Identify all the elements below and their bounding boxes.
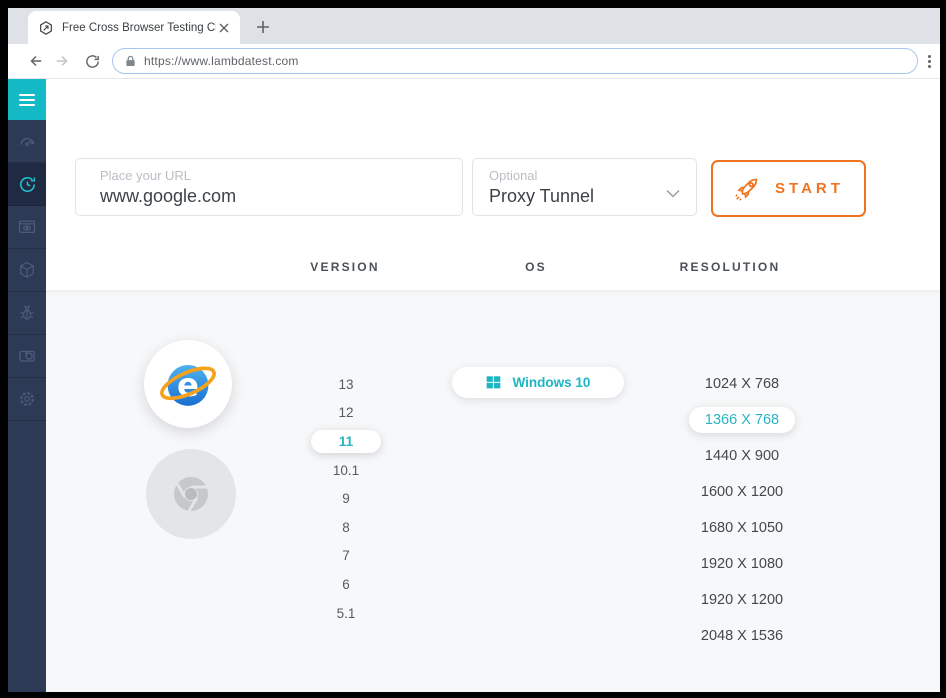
internet-explorer-icon: e [160, 364, 216, 406]
gear-icon [20, 392, 34, 406]
url-input[interactable]: Place your URL www.google.com [75, 158, 463, 216]
resolution-option[interactable]: 1024 X 768 [662, 366, 822, 402]
browser-option-chrome[interactable] [146, 449, 236, 539]
version-option-label: 5.1 [336, 605, 356, 621]
chrome-icon [174, 477, 208, 512]
proxy-optional-label: Optional [489, 168, 538, 183]
tab-title: Free Cross Browser Testing Clou [62, 21, 216, 34]
browser-menu-icon[interactable] [920, 51, 938, 71]
resolution-option[interactable]: 1440 X 900 [662, 438, 822, 474]
os-option-label: Windows 10 [512, 375, 591, 390]
version-option[interactable]: 5.1 [286, 599, 406, 628]
version-option[interactable]: 8 [286, 513, 406, 542]
version-option[interactable]: 13 [286, 370, 406, 399]
version-option-label: 7 [342, 548, 350, 564]
resolution-option[interactable]: 1600 X 1200 [662, 474, 822, 510]
version-option-label: 13 [338, 376, 354, 392]
lt-browser-icon [19, 350, 35, 362]
resolution-option-label: 1680 X 1050 [700, 520, 784, 536]
windows-logo-icon [486, 376, 500, 389]
resolution-option-label: 1440 X 900 [704, 448, 780, 464]
resolution-list: 1024 X 768 1366 X 768 1440 X 900 1600 X 120… [662, 366, 822, 654]
url-input-value: www.google.com [100, 186, 237, 206]
realtime-clock-icon [19, 176, 35, 192]
version-option-label: 10.1 [332, 462, 360, 478]
url-text: https://www.lambdatest.com [144, 54, 299, 68]
resolution-option[interactable]: 1920 X 1080 [662, 546, 822, 582]
tab-strip: Free Cross Browser Testing Clou [8, 8, 940, 44]
version-option[interactable]: 6 [286, 570, 406, 599]
version-option-label: 6 [342, 576, 350, 592]
reload-icon[interactable] [80, 49, 104, 73]
package-box-icon [20, 261, 34, 278]
resolution-option-label: 2048 X 1536 [700, 628, 784, 644]
url-input-label: Place your URL [100, 168, 192, 183]
resolution-column-header: RESOLUTION [679, 260, 781, 274]
bug-icon [20, 305, 34, 320]
version-list: 13 12 11 10.1 9 8 7 6 5.1 [286, 370, 406, 627]
version-option-label: 11 [310, 429, 382, 453]
new-tab-button[interactable] [252, 16, 274, 38]
version-option[interactable]: 11 [286, 427, 406, 456]
proxy-selected-value: Proxy Tunnel [489, 186, 595, 206]
resolution-option[interactable]: 2048 X 1536 [662, 618, 822, 654]
proxy-tunnel-select[interactable]: Optional Proxy Tunnel [472, 158, 697, 216]
screenshot-eye-icon [18, 220, 36, 234]
main-panel: Place your URL www.google.com Optional P… [46, 79, 940, 692]
resolution-option[interactable]: 1680 X 1050 [662, 510, 822, 546]
resolution-option[interactable]: 1920 X 1200 [662, 582, 822, 618]
lambdatest-favicon-icon [38, 20, 54, 36]
tab-close-icon[interactable] [216, 20, 232, 36]
sidebar-item-lt-browser[interactable] [8, 335, 46, 378]
browser-option-internet-explorer[interactable]: e [144, 340, 232, 428]
version-option[interactable]: 9 [286, 484, 406, 513]
version-option[interactable]: 10.1 [286, 456, 406, 485]
os-column-header: OS [525, 260, 547, 274]
version-option-label: 9 [342, 491, 350, 507]
version-column-header: VERSION [310, 260, 380, 274]
sidebar-item-package[interactable] [8, 249, 46, 292]
version-option-label: 12 [338, 405, 354, 421]
resolution-option-label: 1920 X 1200 [700, 592, 784, 608]
lock-icon [126, 55, 135, 67]
browser-toolbar: https://www.lambdatest.com [8, 44, 940, 79]
version-option[interactable]: 12 [286, 399, 406, 428]
resolution-option[interactable]: 1366 X 768 [662, 402, 822, 438]
resolution-option-label: 1920 X 1080 [700, 556, 784, 572]
sidebar-item-screenshot[interactable] [8, 206, 46, 249]
chevron-down-icon [666, 185, 680, 203]
back-icon[interactable] [24, 49, 48, 73]
address-bar[interactable]: https://www.lambdatest.com [112, 48, 918, 74]
resolution-option-label: 1600 X 1200 [700, 484, 784, 500]
version-option[interactable]: 7 [286, 542, 406, 571]
browser-tab[interactable]: Free Cross Browser Testing Clou [28, 11, 240, 44]
sidebar [8, 79, 46, 692]
forward-icon[interactable] [50, 49, 74, 73]
sidebar-item-speedometer-dashboard[interactable] [8, 120, 46, 163]
page-content: Place your URL www.google.com Optional P… [8, 79, 940, 692]
os-option-windows-10[interactable]: Windows 10 [452, 367, 624, 398]
menu-toggle-icon[interactable] [8, 79, 46, 120]
version-option-label: 8 [342, 519, 350, 535]
start-button-label: START [775, 180, 844, 197]
start-button[interactable]: START [711, 160, 866, 217]
resolution-option-label: 1024 X 768 [704, 376, 780, 392]
rocket-icon [735, 178, 758, 201]
sidebar-item-settings[interactable] [8, 378, 46, 421]
sidebar-item-bug-testing[interactable] [8, 292, 46, 335]
sidebar-item-realtime-testing[interactable] [8, 163, 46, 206]
speedometer-icon [20, 137, 35, 147]
resolution-option-label: 1366 X 768 [688, 407, 796, 433]
browser-window: Free Cross Browser Testing Clou https://… [8, 8, 940, 692]
